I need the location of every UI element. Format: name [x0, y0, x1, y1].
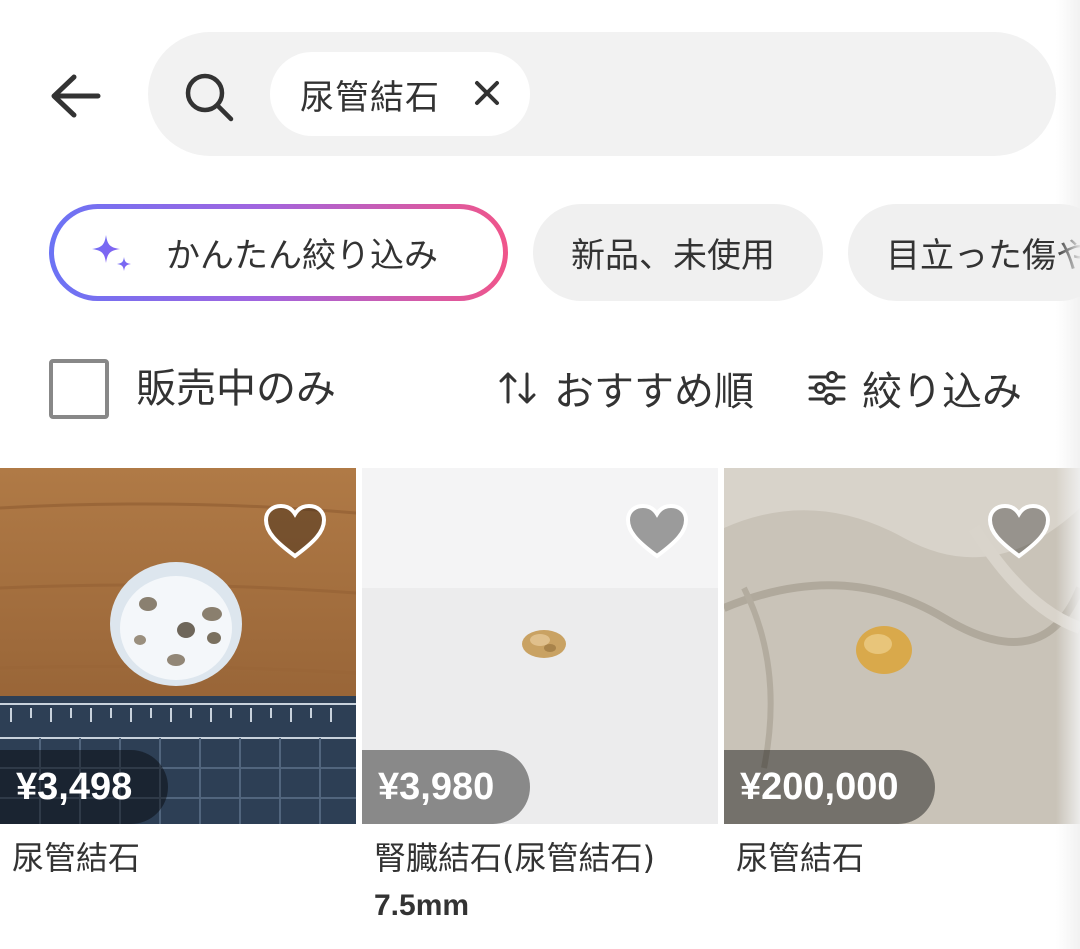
search-results-page: 尿管結石 かんたん絞り込み 新品、未使用 目立った傷や 販売中のみ おすすめ順 …: [0, 0, 1080, 949]
like-heart-icon[interactable]: [262, 502, 328, 560]
chip-condition-new[interactable]: 新品、未使用: [533, 204, 823, 301]
price-badge: ¥3,980: [362, 750, 531, 824]
on-sale-only-label: 販売中のみ: [136, 366, 336, 412]
chip-condition-no-scratches[interactable]: 目立った傷や: [848, 204, 1080, 301]
sliders-icon: [808, 371, 846, 405]
filter-button[interactable]: 絞り込み: [806, 360, 1022, 416]
sort-button[interactable]: おすすめ順: [496, 360, 754, 416]
product-card[interactable]: ¥3,980 腎臓結石(尿管結石) 7.5mm: [362, 468, 718, 949]
sort-arrows-icon: [499, 372, 536, 404]
sort-label: おすすめ順: [554, 369, 754, 415]
sparkle-icon: [92, 234, 131, 271]
search-keyword-chip[interactable]: 尿管結石: [270, 52, 530, 136]
filter-label: 絞り込み: [862, 369, 1022, 415]
like-heart-icon[interactable]: [986, 502, 1052, 560]
back-button[interactable]: [40, 64, 110, 128]
price-badge: ¥200,000: [724, 750, 935, 824]
product-subtitle: 7.5mm: [374, 889, 470, 922]
on-sale-only-checkbox[interactable]: [49, 359, 109, 419]
product-card[interactable]: ¥3,498 尿管結石: [0, 468, 356, 949]
price-badge: ¥3,498: [0, 750, 169, 824]
product-title: 尿管結石: [736, 839, 865, 877]
product-title: 腎臓結石(尿管結石): [374, 839, 655, 877]
easy-filter-chip[interactable]: かんたん絞り込み: [49, 204, 508, 301]
search-keyword-label: 尿管結石: [300, 77, 440, 118]
product-card[interactable]: ¥200,000 尿管結石: [724, 468, 1080, 949]
easy-filter-label: かんたん絞り込み: [166, 236, 438, 276]
product-title: 尿管結石: [12, 839, 141, 877]
arrow-left-icon: [51, 74, 101, 118]
like-heart-icon[interactable]: [624, 502, 690, 560]
close-icon[interactable]: [470, 76, 504, 110]
search-icon: [185, 73, 234, 122]
